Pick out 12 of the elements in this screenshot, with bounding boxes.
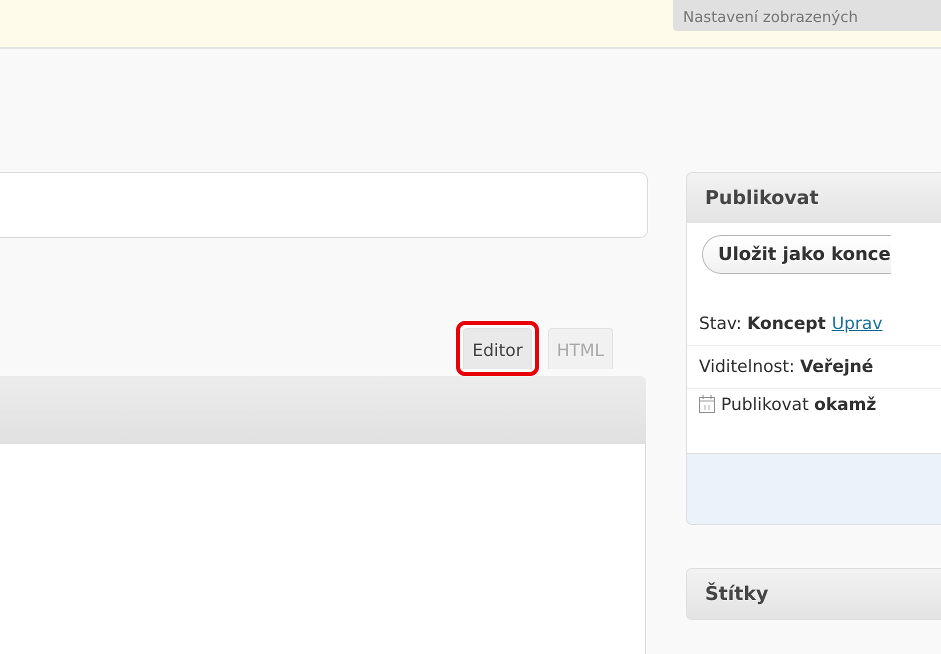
edit-link[interactable]: Uprav: [832, 314, 882, 334]
publish-time-text: Publikovat okamž: [721, 395, 876, 415]
visibility-text: Viditelnost: Veřejné: [699, 357, 874, 377]
status-text: Stav: Koncept: [699, 314, 826, 334]
save-draft-button[interactable]: Uložit jako konce: [702, 235, 891, 274]
panel-title: Štítky: [705, 583, 768, 605]
editor-content-area[interactable]: [0, 444, 646, 654]
screen-options-button[interactable]: Nastavení zobrazených: [673, 0, 941, 31]
title-input-field[interactable]: [0, 172, 648, 238]
panel-title: Publikovat: [705, 187, 819, 209]
editor-tab[interactable]: Editor: [463, 328, 532, 369]
calendar-icon: [699, 395, 715, 413]
